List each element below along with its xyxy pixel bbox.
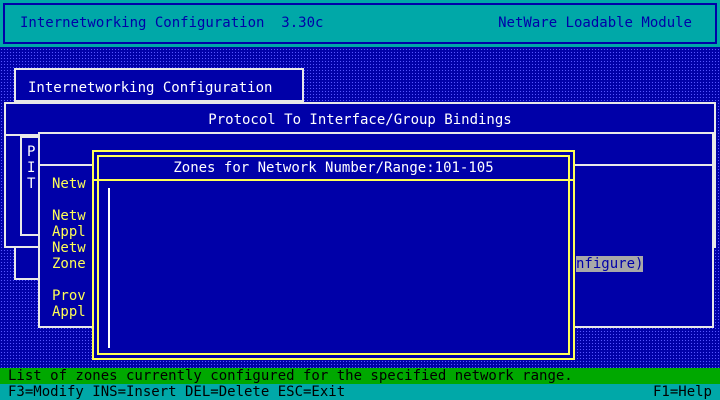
app-title: Internetworking Configuration 3.30c xyxy=(20,15,324,31)
list-letter: T xyxy=(27,176,36,192)
zones-window-title: Zones for Network Number/Range:101-105 xyxy=(173,160,494,176)
menu-window-titlebar: Internetworking Configuration xyxy=(16,70,302,102)
zones-list[interactable] xyxy=(102,186,565,350)
field-label: Netw xyxy=(52,176,86,192)
bindings-title: Protocol To Interface/Group Bindings xyxy=(208,112,512,128)
zone-field-value[interactable]: nfigure) xyxy=(576,256,644,272)
status-text: List of zones currently configured for t… xyxy=(8,368,573,384)
module-label: NetWare Loadable Module xyxy=(498,15,692,31)
status-bar: List of zones currently configured for t… xyxy=(0,368,720,384)
key-hints: F3=Modify INS=Insert DEL=Delete ESC=Exit xyxy=(8,384,346,400)
zones-window: Zones for Network Number/Range:101-105 xyxy=(92,150,575,360)
list-letter: I xyxy=(27,160,36,176)
help-key-hint: F1=Help xyxy=(652,384,712,400)
field-label: Netw xyxy=(52,240,86,256)
field-label: Zone xyxy=(52,256,86,272)
zones-list-cursor xyxy=(108,188,110,348)
field-label: Appl xyxy=(52,224,86,240)
menu-window-title: Internetworking Configuration xyxy=(28,80,273,96)
key-bar: F3=Modify INS=Insert DEL=Delete ESC=Exit… xyxy=(0,384,720,400)
field-label: Appl xyxy=(52,304,86,320)
list-letter: P xyxy=(27,144,36,160)
field-label: Prov xyxy=(52,288,86,304)
field-label: Netw xyxy=(52,208,86,224)
zones-title-divider xyxy=(94,179,573,181)
app-header: Internetworking Configuration 3.30c NetW… xyxy=(0,0,720,47)
